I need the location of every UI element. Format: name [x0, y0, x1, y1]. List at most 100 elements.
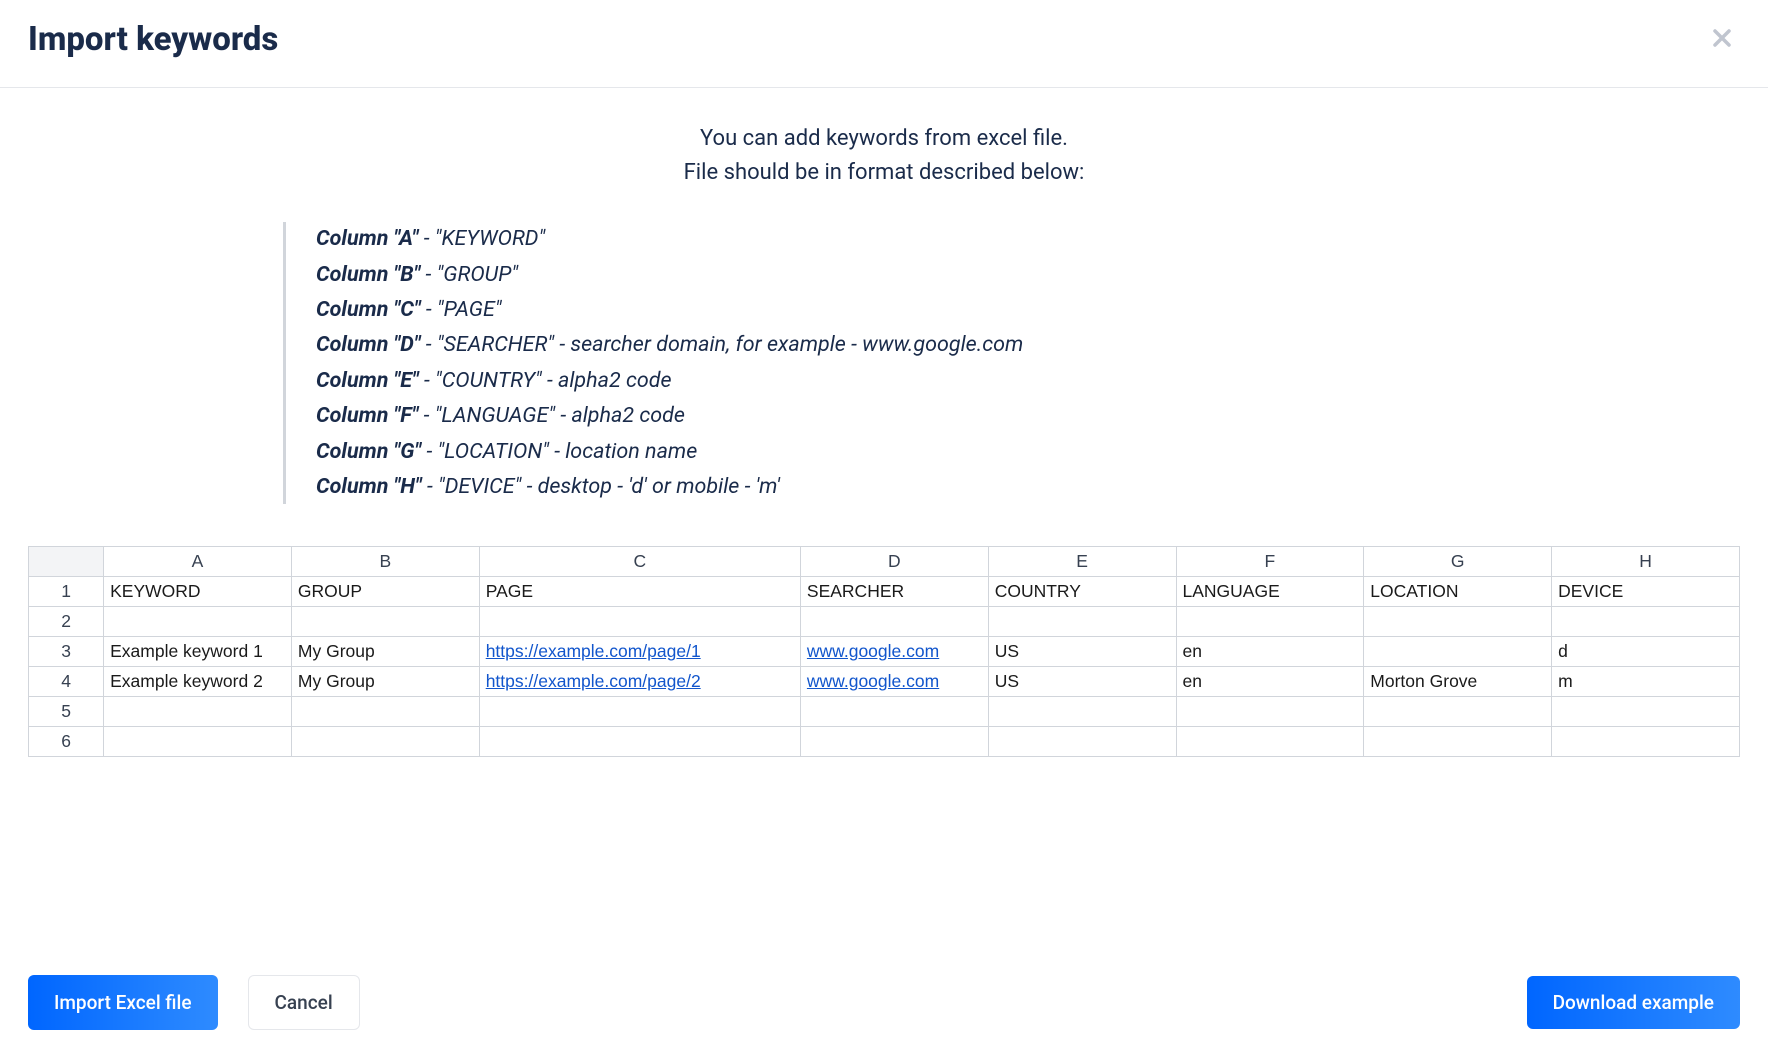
import-excel-button[interactable]: Import Excel file [28, 975, 218, 1030]
cell: Example keyword 2 [104, 667, 292, 697]
cell [1364, 697, 1552, 727]
col-header-a: A [104, 547, 292, 577]
cell [800, 697, 988, 727]
column-c-spec: Column "C" - "PAGE" [316, 293, 1740, 327]
example-spreadsheet: A B C D E F G H 1 KEYWORD GROUP [28, 532, 1740, 757]
col-header-f: F [1176, 547, 1364, 577]
cell: SEARCHER [800, 577, 988, 607]
cell: GROUP [291, 577, 479, 607]
close-icon [1708, 24, 1736, 52]
cell [1176, 697, 1364, 727]
cell-link[interactable]: www.google.com [807, 671, 939, 691]
col-header-b: B [291, 547, 479, 577]
cell [104, 607, 292, 637]
cell: www.google.com [800, 637, 988, 667]
table-row: 1 KEYWORD GROUP PAGE SEARCHER COUNTRY LA… [29, 577, 1740, 607]
close-button[interactable] [1704, 20, 1740, 59]
col-header-d: D [800, 547, 988, 577]
column-h-spec: Column "H" - "DEVICE" - desktop - 'd' or… [316, 470, 1740, 504]
cell-link[interactable]: https://example.com/page/2 [486, 671, 701, 691]
intro-line-2: File should be in format described below… [28, 156, 1740, 190]
cell [479, 727, 800, 757]
cell [988, 607, 1176, 637]
cell [1176, 727, 1364, 757]
column-g-spec: Column "G" - "LOCATION" - location name [316, 435, 1740, 469]
modal-title: Import keywords [28, 20, 278, 59]
cell [1552, 727, 1740, 757]
cell [104, 727, 292, 757]
cell: DEVICE [1552, 577, 1740, 607]
column-f-spec: Column "F" - "LANGUAGE" - alpha2 code [316, 399, 1740, 433]
row-num: 2 [29, 607, 104, 637]
cell: en [1176, 637, 1364, 667]
cell: https://example.com/page/2 [479, 667, 800, 697]
cell [1552, 697, 1740, 727]
modal-body: You can add keywords from excel file. Fi… [0, 88, 1768, 937]
row-num: 6 [29, 727, 104, 757]
col-header-e: E [988, 547, 1176, 577]
intro-line-1: You can add keywords from excel file. [28, 122, 1740, 156]
column-b-spec: Column "B" - "GROUP" [316, 258, 1740, 292]
cell [104, 697, 292, 727]
cell: Example keyword 1 [104, 637, 292, 667]
cell [1364, 727, 1552, 757]
cell: My Group [291, 637, 479, 667]
cell: Morton Grove [1364, 667, 1552, 697]
cell: COUNTRY [988, 577, 1176, 607]
column-d-spec: Column "D" - "SEARCHER" - searcher domai… [316, 328, 1740, 362]
cell [479, 697, 800, 727]
cell [800, 727, 988, 757]
column-header-row: A B C D E F G H [29, 547, 1740, 577]
table-row: 5 [29, 697, 1740, 727]
cell [988, 697, 1176, 727]
cell: US [988, 637, 1176, 667]
cell-link[interactable]: www.google.com [807, 641, 939, 661]
footer-left-group: Import Excel file Cancel [28, 975, 360, 1030]
cell: LOCATION [1364, 577, 1552, 607]
cell-link[interactable]: https://example.com/page/1 [486, 641, 701, 661]
spreadsheet-toolbar-fragment [178, 532, 1740, 546]
cell: m [1552, 667, 1740, 697]
modal-footer: Import Excel file Cancel Download exampl… [0, 937, 1768, 1064]
download-example-button[interactable]: Download example [1527, 976, 1740, 1029]
cell [1364, 637, 1552, 667]
cell [291, 727, 479, 757]
cell [1364, 607, 1552, 637]
cell: US [988, 667, 1176, 697]
row-num: 5 [29, 697, 104, 727]
row-num: 3 [29, 637, 104, 667]
cell [1552, 607, 1740, 637]
modal-header: Import keywords [0, 0, 1768, 88]
table-row: 2 [29, 607, 1740, 637]
row-num: 1 [29, 577, 104, 607]
table-row: 6 [29, 727, 1740, 757]
cell [291, 607, 479, 637]
cell: en [1176, 667, 1364, 697]
cell: d [1552, 637, 1740, 667]
col-header-c: C [479, 547, 800, 577]
import-keywords-modal: Import keywords You can add keywords fro… [0, 0, 1768, 1064]
cell: PAGE [479, 577, 800, 607]
cell: LANGUAGE [1176, 577, 1364, 607]
corner-cell [29, 547, 104, 577]
column-e-spec: Column "E" - "COUNTRY" - alpha2 code [316, 364, 1740, 398]
table-row: 3 Example keyword 1 My Group https://exa… [29, 637, 1740, 667]
row-num: 4 [29, 667, 104, 697]
cell: www.google.com [800, 667, 988, 697]
spreadsheet-table: A B C D E F G H 1 KEYWORD GROUP [28, 546, 1740, 757]
cell [1176, 607, 1364, 637]
intro-text: You can add keywords from excel file. Fi… [28, 122, 1740, 190]
cell [800, 607, 988, 637]
cell: KEYWORD [104, 577, 292, 607]
column-a-spec: Column "A" - "KEYWORD" [316, 222, 1740, 256]
column-format-list: Column "A" - "KEYWORD" Column "B" - "GRO… [283, 222, 1740, 504]
cell: My Group [291, 667, 479, 697]
col-header-g: G [1364, 547, 1552, 577]
table-row: 4 Example keyword 2 My Group https://exa… [29, 667, 1740, 697]
cell: https://example.com/page/1 [479, 637, 800, 667]
cell [291, 697, 479, 727]
col-header-h: H [1552, 547, 1740, 577]
cancel-button[interactable]: Cancel [248, 975, 360, 1030]
cell [479, 607, 800, 637]
cell [988, 727, 1176, 757]
